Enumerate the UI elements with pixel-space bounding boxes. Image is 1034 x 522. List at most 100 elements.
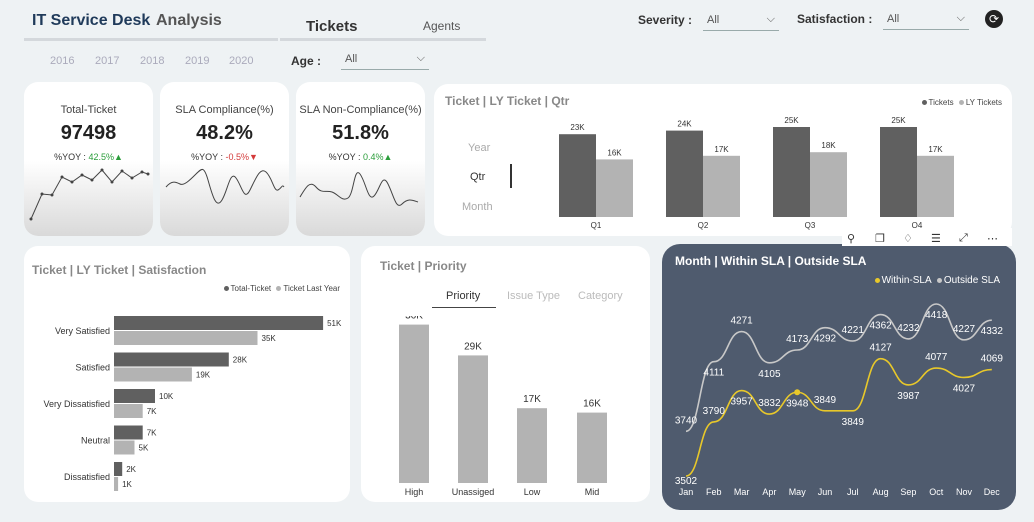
- yoy-label: %YOY :: [191, 152, 223, 162]
- priority-tick-label: High: [405, 487, 424, 497]
- bell-icon[interactable]: ♢: [903, 232, 913, 245]
- qtr-data-label: 24K: [677, 120, 692, 129]
- satisfaction-data-label: 35K: [262, 334, 277, 343]
- sla-data-label: 4105: [758, 369, 781, 380]
- severity-value: All: [707, 14, 720, 26]
- priority-data-label: 36K: [405, 316, 423, 322]
- expand-icon[interactable]: ⤢: [959, 232, 968, 245]
- tab-issue-type[interactable]: Issue Type: [507, 290, 560, 302]
- sla-line-chart-card: Month | Within SLA | Outside SLA Within-…: [662, 244, 1016, 510]
- title-underline: [24, 38, 278, 41]
- tab-agents[interactable]: Agents: [423, 19, 460, 33]
- year-2017[interactable]: 2017: [95, 55, 119, 67]
- priority-data-label: 17K: [523, 394, 541, 405]
- qtr-data-label: 25K: [891, 116, 906, 125]
- year-2016[interactable]: 2016: [50, 55, 74, 67]
- qtr-tick-label: Q2: [698, 221, 709, 230]
- priority-bar: [517, 408, 547, 483]
- satisfaction-dropdown[interactable]: All ⌵: [883, 10, 969, 30]
- legend-tickets: Tickets: [928, 98, 954, 107]
- tab-priority[interactable]: Priority: [446, 290, 480, 302]
- satisfaction-label: Satisfaction :: [797, 12, 873, 26]
- up-arrow-icon: ▲: [113, 152, 123, 162]
- satisfaction-data-label: 5K: [139, 444, 149, 453]
- sla-tick-label: Jan: [679, 487, 694, 497]
- satisfaction-data-label: 1K: [122, 480, 132, 489]
- qtr-bar: [810, 152, 847, 217]
- sla-data-label: 4271: [730, 316, 753, 327]
- qtr-bar: [773, 127, 810, 217]
- sla-data-label: 4111: [703, 368, 724, 379]
- satisfaction-value: All: [887, 13, 900, 25]
- satisfaction-data-label: 19K: [196, 371, 211, 380]
- sla-data-label: 4173: [786, 334, 809, 345]
- tab-priority-underline: [432, 307, 496, 308]
- filter-icon[interactable]: ☰: [931, 232, 941, 245]
- satisfaction-tick-label: Very Satisfied: [55, 326, 110, 336]
- yoy-value: -0.5%: [225, 152, 249, 162]
- sla-tick-label: Feb: [706, 487, 722, 497]
- qtr-data-label: 16K: [607, 148, 622, 157]
- more-icon[interactable]: ⋯: [987, 232, 998, 245]
- satisfaction-bar: [114, 316, 324, 330]
- satisfaction-data-label: 10K: [159, 392, 174, 401]
- satisfaction-bar-chart: Very Satisfied 51K 35K Satisfied 28K 19K Very …: [43, 316, 342, 491]
- year-2018[interactable]: 2018: [140, 55, 164, 67]
- qtr-legend: Tickets LY Tickets: [921, 98, 1002, 107]
- slicer-indicator: [510, 164, 512, 188]
- satisfaction-chart-title: Ticket | LY Ticket | Satisfaction: [32, 263, 207, 277]
- qtr-data-label: 18K: [821, 141, 836, 150]
- satisfaction-data-label: 7K: [147, 407, 157, 416]
- age-dropdown[interactable]: All ⌵: [341, 50, 429, 70]
- sla-tick-label: Nov: [956, 487, 973, 497]
- qtr-bar: [666, 130, 703, 217]
- qtr-bar: [596, 159, 633, 217]
- tab-category[interactable]: Category: [578, 290, 623, 302]
- yoy-value: 42.5%: [88, 152, 114, 162]
- refresh-icon[interactable]: ⟳: [985, 10, 1003, 28]
- sparkline: [29, 168, 150, 221]
- slicer-qtr[interactable]: Qtr: [470, 171, 485, 183]
- kpi-card-sla-compliance: SLA Compliance(%) 48.2% %YOY : -0.5%▼: [160, 82, 289, 236]
- sla-data-label: 4332: [981, 326, 1004, 337]
- priority-tick-label: Low: [524, 487, 541, 497]
- kpi-label: Total-Ticket: [60, 104, 117, 116]
- slicer-month[interactable]: Month: [462, 201, 493, 213]
- qtr-bar: [703, 155, 740, 217]
- satisfaction-bar: [114, 477, 119, 491]
- copy-icon[interactable]: ❐: [875, 232, 885, 245]
- legend-ly-tickets: LY Tickets: [965, 98, 1002, 107]
- satisfaction-bar: [114, 389, 155, 403]
- up-arrow-icon: ▲: [383, 152, 393, 162]
- year-2019[interactable]: 2019: [185, 55, 209, 67]
- qtr-chart-title: Ticket | LY Ticket | Qtr: [445, 94, 570, 108]
- chevron-down-icon: ⌵: [766, 13, 775, 25]
- sla-data-label: 3502: [675, 476, 698, 487]
- kpi-card-total-ticket: Total-Ticket 97498 %YOY : 42.5%▲: [24, 82, 153, 236]
- age-label: Age :: [291, 54, 321, 68]
- sla-tick-label: Sep: [900, 487, 916, 497]
- kpi-yoy: %YOY : 0.4%▲: [296, 152, 425, 162]
- satisfaction-legend: Total-Ticket Ticket Last Year: [223, 284, 340, 293]
- yoy-label: %YOY :: [328, 152, 361, 162]
- satisfaction-tick-label: Dissatisfied: [64, 472, 110, 482]
- tab-tickets[interactable]: Tickets: [306, 18, 357, 35]
- severity-dropdown[interactable]: All ⌵: [703, 11, 779, 31]
- kpi-card-sla-non-compliance: SLA Non-Compliance(%) 51.8% %YOY : 0.4%▲: [296, 82, 425, 236]
- qtr-tick-label: Q3: [805, 221, 816, 230]
- sla-tick-label: Jun: [818, 487, 833, 497]
- pin-icon[interactable]: ⚲: [847, 232, 855, 245]
- year-2020[interactable]: 2020: [229, 55, 253, 67]
- sla-tick-label: May: [789, 487, 807, 497]
- sla-tick-label: Dec: [984, 487, 1001, 497]
- within-sla-line: [685, 357, 992, 477]
- satisfaction-tick-label: Very Dissatisfied: [43, 399, 110, 409]
- satisfaction-data-label: 28K: [233, 356, 248, 365]
- down-arrow-icon: ▼: [248, 152, 258, 162]
- satisfaction-tick-label: Satisfied: [75, 363, 110, 373]
- slicer-year[interactable]: Year: [468, 142, 490, 154]
- satisfaction-data-label: 2K: [126, 465, 136, 474]
- kpi-value: 51.8%: [332, 122, 389, 144]
- sparkline: [299, 172, 419, 206]
- sla-data-label: 3740: [675, 415, 698, 426]
